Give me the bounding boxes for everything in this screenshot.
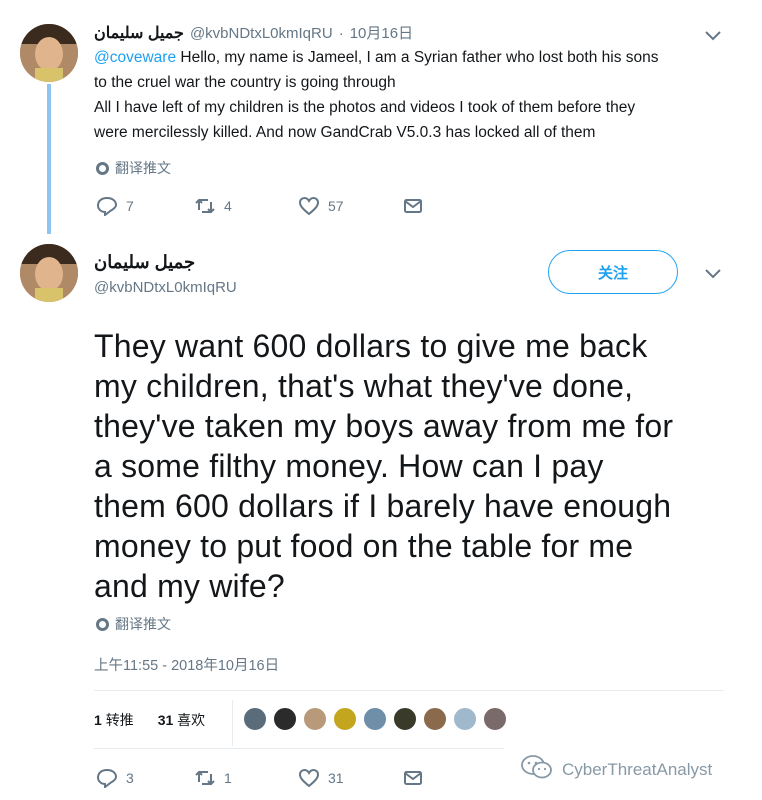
- tweet-text: They want 600 dollars to give me back my…: [94, 326, 744, 606]
- direct-message-button[interactable]: [402, 768, 424, 788]
- tweet-text-line: my children, that's what they've done,: [94, 368, 634, 404]
- reply-button[interactable]: 7: [96, 196, 194, 216]
- retweet-count: 1: [224, 770, 232, 786]
- liker-avatar[interactable]: [422, 706, 448, 732]
- reply-text-line: All I have left of my children is the ph…: [94, 99, 636, 116]
- separator: ·: [338, 25, 344, 42]
- avatar[interactable]: [20, 24, 78, 82]
- translate-label: 翻译推文: [115, 160, 171, 176]
- handle[interactable]: @kvbNDtxL0kmIqRU: [94, 279, 237, 296]
- liker-avatar[interactable]: [332, 706, 358, 732]
- heart-icon: [298, 196, 320, 216]
- tweet-text-line: they've taken my boys away from me for: [94, 408, 674, 444]
- tweet-text-line: They want 600 dollars to give me back: [94, 328, 648, 364]
- reply-text-line: to the cruel war the country is going th…: [94, 74, 396, 91]
- like-button[interactable]: 31: [298, 768, 402, 788]
- display-name[interactable]: جميل سليمان: [94, 23, 184, 43]
- wechat-icon: [520, 754, 554, 785]
- retweet-icon: [194, 196, 216, 216]
- watermark: CyberThreatAnalyst: [520, 754, 712, 785]
- stats-divider: [232, 700, 233, 746]
- main-actions: 3 1 31: [96, 768, 424, 788]
- tweet-timestamp[interactable]: 上午11:55 - 2018年10月16日: [94, 654, 279, 675]
- translate-link[interactable]: 翻译推文: [96, 614, 171, 634]
- liker-avatar[interactable]: [302, 706, 328, 732]
- liker-avatar[interactable]: [392, 706, 418, 732]
- reply-text: @coveware Hello, my name is Jameel, I am…: [94, 45, 734, 145]
- retweet-button[interactable]: 1: [194, 768, 298, 788]
- chevron-down-icon[interactable]: [704, 268, 722, 280]
- message-icon: [402, 768, 424, 788]
- message-icon: [402, 196, 424, 216]
- reply-button[interactable]: 3: [96, 768, 194, 788]
- liker-avatar[interactable]: [242, 706, 268, 732]
- handle[interactable]: @kvbNDtxL0kmIqRU: [190, 25, 333, 42]
- retweet-count: 4: [224, 198, 232, 214]
- retweet-stat[interactable]: 1 转推: [94, 710, 134, 730]
- chevron-down-icon[interactable]: [704, 30, 722, 42]
- globe-icon: [96, 617, 109, 631]
- reply-actions: 7 4 57: [96, 196, 424, 216]
- reply-count: 7: [126, 198, 134, 214]
- reply-icon: [96, 768, 118, 788]
- reply-text-line: were mercilessly killed. And now GandCra…: [94, 124, 596, 141]
- avatar[interactable]: [20, 244, 78, 302]
- tweet-text-line: them 600 dollars if I barely have enough: [94, 488, 672, 524]
- follow-button[interactable]: 关注: [548, 250, 678, 294]
- mention-link[interactable]: @coveware: [94, 49, 176, 66]
- liker-avatar[interactable]: [272, 706, 298, 732]
- retweet-button[interactable]: 4: [194, 196, 298, 216]
- display-name[interactable]: جميل سليمان: [94, 252, 195, 273]
- globe-icon: [96, 161, 109, 175]
- tweet-text-line: and my wife?: [94, 568, 285, 604]
- like-count: 57: [328, 198, 344, 214]
- reply-header: جميل سليمان @kvbNDtxL0kmIqRU · 10月16日: [94, 22, 413, 43]
- engagement-stats: 1 转推 31 喜欢: [94, 710, 205, 730]
- liker-avatar[interactable]: [482, 706, 508, 732]
- divider: [94, 690, 724, 691]
- heart-icon: [298, 768, 320, 788]
- liker-avatar[interactable]: [362, 706, 388, 732]
- retweet-icon: [194, 768, 216, 788]
- reply-icon: [96, 196, 118, 216]
- watermark-text: CyberThreatAnalyst: [562, 759, 713, 779]
- like-count: 31: [328, 770, 344, 786]
- reply-text-line: Hello, my name is Jameel, I am a Syrian …: [176, 49, 659, 66]
- translate-link[interactable]: 翻译推文: [96, 158, 171, 178]
- tweet-date[interactable]: 10月16日: [350, 22, 413, 43]
- reply-count: 3: [126, 770, 134, 786]
- tweet-text-line: a some filthy money. How can I pay: [94, 448, 604, 484]
- direct-message-button[interactable]: [402, 196, 424, 216]
- liker-avatar[interactable]: [452, 706, 478, 732]
- translate-label: 翻译推文: [115, 616, 171, 632]
- like-button[interactable]: 57: [298, 196, 402, 216]
- divider: [94, 748, 504, 749]
- thread-line: [47, 84, 51, 234]
- like-stat[interactable]: 31 喜欢: [158, 710, 205, 730]
- tweet-text-line: money to put food on the table for me: [94, 528, 634, 564]
- liker-avatars: [242, 706, 508, 732]
